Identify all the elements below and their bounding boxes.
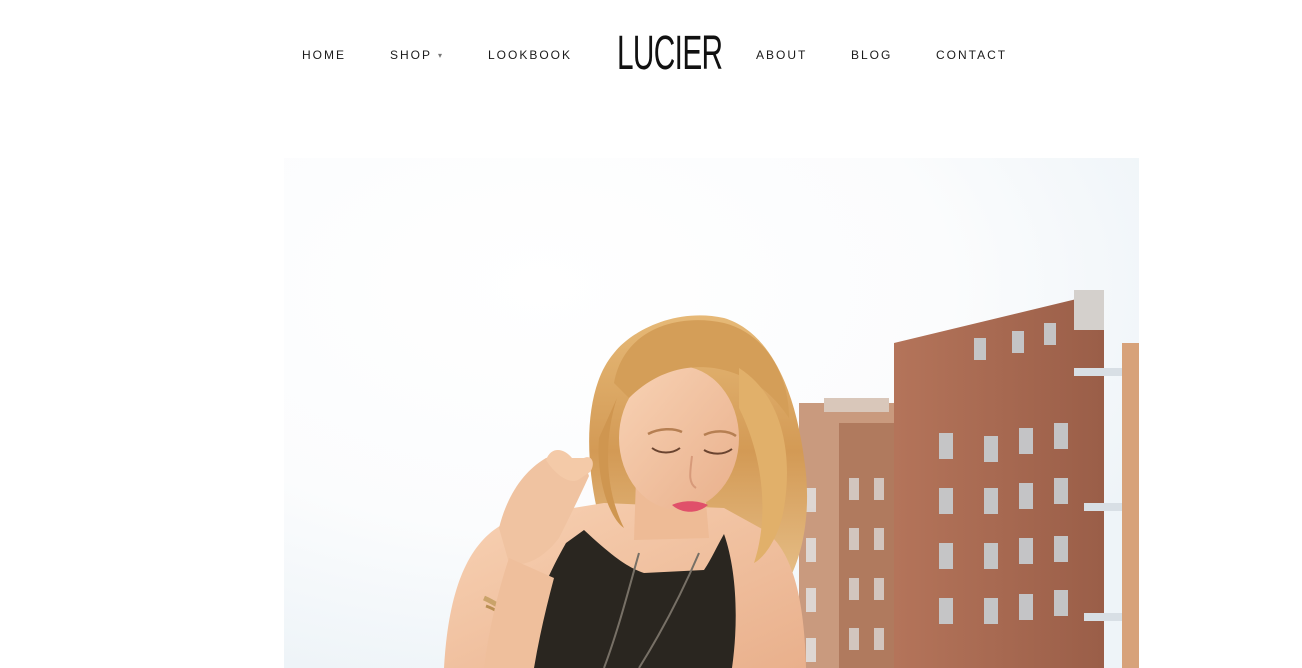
nav-home-link[interactable]: HOME: [302, 48, 346, 62]
hero-photo-illustration: [284, 158, 1139, 668]
nav-shop-link[interactable]: SHOP ▾: [390, 48, 442, 63]
nav-about-link[interactable]: ABOUT: [756, 48, 807, 62]
hero-image: [284, 158, 1139, 668]
chevron-down-icon: ▾: [438, 51, 443, 60]
page: HOME SHOP ▾ LOOKBOOK LUCIER ABOUT BLOG CO…: [0, 0, 1302, 668]
nav-shop-label: SHOP: [390, 48, 433, 62]
nav-lookbook-link[interactable]: LOOKBOOK: [488, 48, 572, 62]
nav-blog-link[interactable]: BLOG: [851, 48, 892, 62]
nav-contact-link[interactable]: CONTACT: [936, 48, 1007, 62]
site-logo[interactable]: LUCIER: [617, 30, 723, 78]
site-header: HOME SHOP ▾ LOOKBOOK LUCIER ABOUT BLOG CO…: [0, 0, 1302, 110]
